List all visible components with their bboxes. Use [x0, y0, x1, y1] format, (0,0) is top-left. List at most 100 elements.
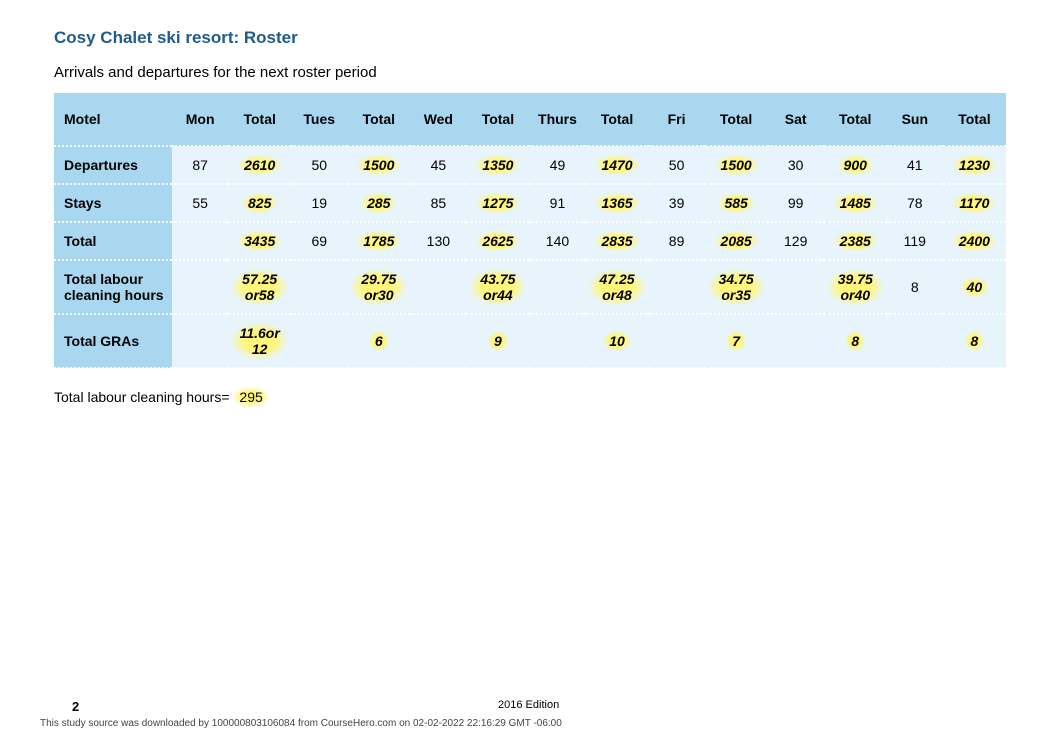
col-header: Total: [943, 93, 1006, 146]
col-header: Total: [347, 93, 410, 146]
highlighted-value: 39.75 or40: [828, 269, 883, 305]
highlighted-value: 9: [488, 331, 508, 351]
col-header: Mon: [172, 93, 228, 146]
table-cell: 45: [410, 146, 466, 184]
highlighted-value: 6: [369, 331, 389, 351]
page-title: Cosy Chalet ski resort: Roster: [54, 28, 1008, 48]
table-row: Total labour cleaning hours 57.25 or58 29.…: [54, 260, 1006, 314]
table-cell: [410, 314, 466, 368]
table-cell: 1365: [585, 184, 648, 222]
footnote-prefix: Total labour cleaning hours=: [54, 389, 233, 405]
highlighted-value: 1275: [476, 193, 519, 213]
table-cell: 130: [410, 222, 466, 260]
highlighted-value: 8: [845, 331, 865, 351]
highlighted-value: 47.25 or48: [589, 269, 644, 305]
table-row: Total 3435 691785130 2625 140 2835 89 2085 129 23…: [54, 222, 1006, 260]
row-label: Departures: [54, 146, 172, 184]
col-header: Sat: [768, 93, 824, 146]
table-cell: 29.75 or30: [347, 260, 410, 314]
footer: 2 2016 Edition This study source was dow…: [0, 699, 1062, 729]
table-cell: 6: [347, 314, 410, 368]
table-cell: 69: [291, 222, 347, 260]
table-cell: 99: [768, 184, 824, 222]
table-cell: 85: [410, 184, 466, 222]
row-label: Total labour cleaning hours: [54, 260, 172, 314]
highlighted-value: 1170: [953, 193, 995, 213]
table-cell: [529, 314, 585, 368]
table-cell: 7: [705, 314, 768, 368]
table-cell: [172, 222, 228, 260]
highlighted-value: 2835: [595, 231, 638, 251]
table-cell: [172, 260, 228, 314]
highlighted-value: 1500: [715, 155, 758, 175]
col-label: Motel: [54, 93, 172, 146]
table-cell: [649, 260, 705, 314]
table-cell: [410, 260, 466, 314]
edition-label: 2016 Edition: [79, 699, 978, 714]
table-cell: 1785: [347, 222, 410, 260]
highlighted-value: 2385: [834, 231, 877, 251]
col-header: Total: [228, 93, 291, 146]
table-row: Total GRAs 11.6or 12 6 9 10 7 8 8: [54, 314, 1006, 368]
col-header: Sun: [887, 93, 943, 146]
table-cell: 50: [649, 146, 705, 184]
col-header: Total: [466, 93, 529, 146]
table-cell: 585: [705, 184, 768, 222]
table-cell: [768, 314, 824, 368]
table-cell: 39: [649, 184, 705, 222]
highlighted-value: 43.75 or44: [470, 269, 525, 305]
highlighted-value: 2085: [715, 231, 758, 251]
highlighted-value: 1230: [953, 155, 996, 175]
highlighted-value: 8: [965, 331, 985, 351]
col-header: Thurs: [529, 93, 585, 146]
table-cell: 39.75 or40: [824, 260, 887, 314]
table-cell: 50: [291, 146, 347, 184]
table-cell: 1275: [466, 184, 529, 222]
table-cell: 140: [529, 222, 585, 260]
highlighted-value: 11.6or 12: [232, 323, 287, 359]
table-cell: 49: [529, 146, 585, 184]
table-cell: 2400: [943, 222, 1006, 260]
row-label: Total GRAs: [54, 314, 172, 368]
row-label: Total: [54, 222, 172, 260]
table-cell: 1500: [347, 146, 410, 184]
table-cell: 285: [347, 184, 410, 222]
table-cell: 2625: [466, 222, 529, 260]
table-cell: [768, 260, 824, 314]
table-cell: 47.25 or48: [585, 260, 648, 314]
table-cell: 78: [887, 184, 943, 222]
col-header: Fri: [649, 93, 705, 146]
table-cell: 55: [172, 184, 228, 222]
highlighted-value: 2625: [476, 231, 519, 251]
table-cell: 1230: [943, 146, 1006, 184]
col-header: Total: [585, 93, 648, 146]
col-header: Total: [824, 93, 887, 146]
download-notice: This study source was downloaded by 1000…: [0, 718, 1062, 729]
table-cell: 89: [649, 222, 705, 260]
table-cell: [291, 314, 347, 368]
table-cell: 41: [887, 146, 943, 184]
table-cell: 900: [824, 146, 887, 184]
table-cell: 19: [291, 184, 347, 222]
table-cell: 91: [529, 184, 585, 222]
table-cell: [649, 314, 705, 368]
table-row: Stays55825192858512759113653958599148578…: [54, 184, 1006, 222]
footnote: Total labour cleaning hours= 295: [54, 387, 1008, 407]
highlighted-value: 285: [361, 193, 396, 213]
table-cell: 1470: [585, 146, 648, 184]
table-cell: 1170: [943, 184, 1006, 222]
table-header-row: MotelMonTotalTuesTotalWedTotalThursTotal…: [54, 93, 1006, 146]
table-cell: 10: [585, 314, 648, 368]
table-cell: 1485: [824, 184, 887, 222]
highlighted-value: 40: [961, 277, 989, 297]
highlighted-value: 1365: [595, 193, 638, 213]
highlighted-value: 900: [838, 155, 873, 175]
highlighted-value: 1485: [834, 193, 877, 213]
table-cell: [172, 314, 228, 368]
highlighted-value: 29.75 or30: [351, 269, 406, 305]
highlighted-value: 3435: [238, 231, 281, 251]
table-cell: 57.25 or58: [228, 260, 291, 314]
table-cell: 129: [768, 222, 824, 260]
highlighted-value: 1350: [476, 155, 519, 175]
table-cell: 825: [228, 184, 291, 222]
